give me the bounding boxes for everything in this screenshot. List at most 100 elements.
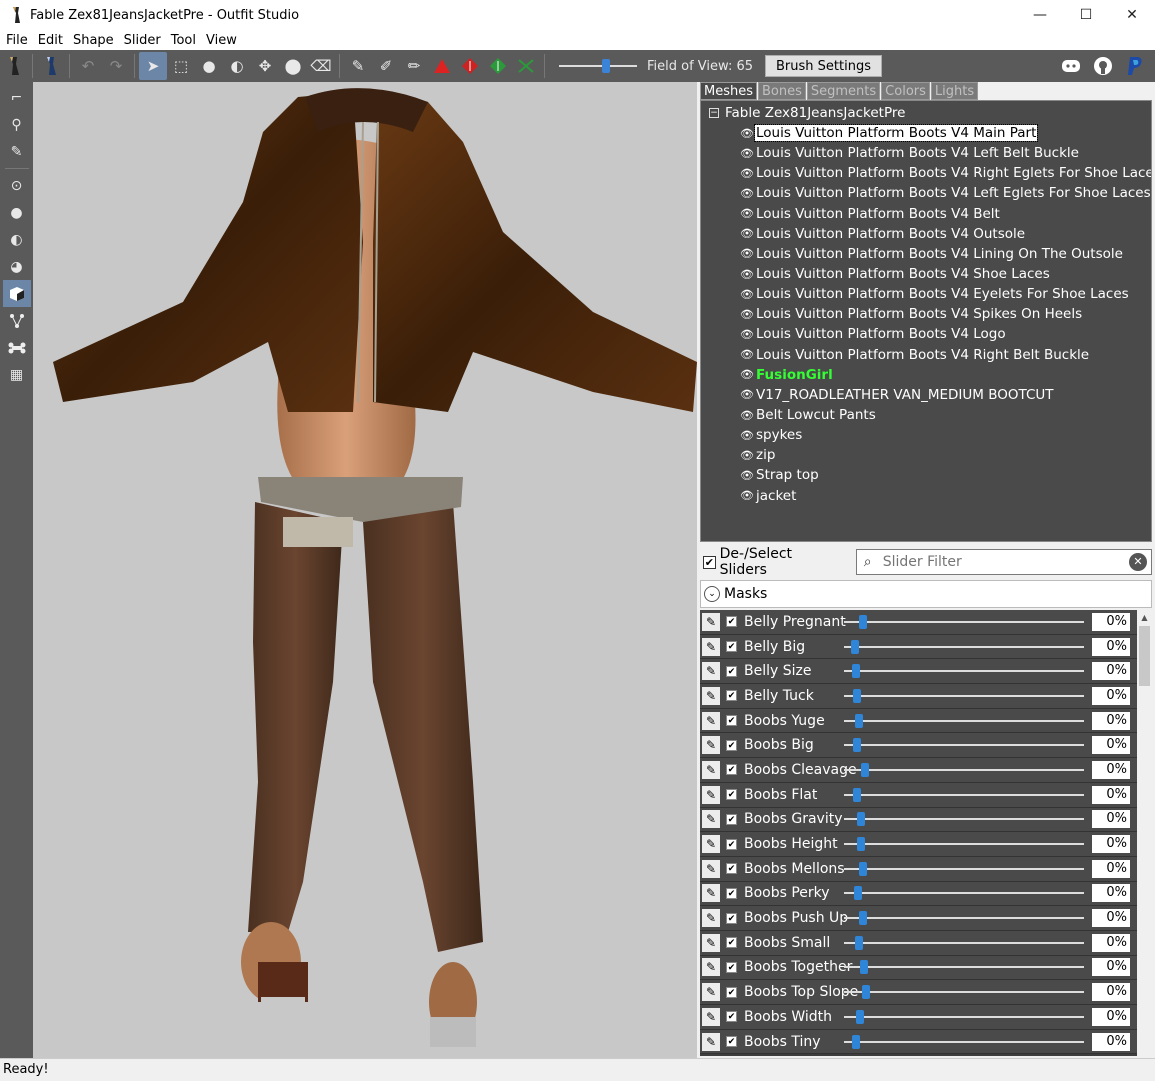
collapse-toggle-icon[interactable]: − <box>709 108 719 118</box>
transform-icon[interactable]: ⬚ <box>167 52 195 80</box>
slider-scrollbar[interactable]: ▲ <box>1137 610 1152 1056</box>
edit-slider-icon[interactable]: ✎ <box>702 662 720 681</box>
mesh-item[interactable]: 👁 jacket <box>739 486 1151 506</box>
slider-value[interactable]: 0% <box>1092 711 1130 730</box>
slider-checkbox[interactable]: ✔ <box>726 912 737 924</box>
mesh-item[interactable]: 👁 Louis Vuitton Platform Boots V4 Lining … <box>739 244 1151 264</box>
redo-icon[interactable]: ↷ <box>102 52 130 80</box>
visibility-eye-icon[interactable]: 👁 <box>739 368 755 381</box>
slider-checkbox[interactable]: ✔ <box>726 1036 737 1048</box>
inflate-brush-icon[interactable]: ● <box>195 52 223 80</box>
maximize-button[interactable]: ☐ <box>1063 0 1109 30</box>
deflate-brush-icon[interactable]: ◐ <box>223 52 251 80</box>
edit-slider-icon[interactable]: ✎ <box>702 1032 720 1051</box>
edit-slider-icon[interactable]: ✎ <box>702 637 720 656</box>
slider-knob[interactable] <box>852 664 860 679</box>
visibility-eye-icon[interactable]: 👁 <box>739 308 755 321</box>
slider-track[interactable] <box>844 861 1084 876</box>
mesh-tree[interactable]: − Fable Zex81JeansJacketPre 👁 Louis Vuitt… <box>700 100 1152 542</box>
slider-knob[interactable] <box>851 639 859 654</box>
mesh-item[interactable]: 👁 Louis Vuitton Platform Boots V4 Left Eg… <box>739 183 1151 203</box>
visibility-eye-icon[interactable]: 👁 <box>739 268 755 281</box>
tab-lights[interactable]: Lights <box>930 82 979 100</box>
move-brush-icon[interactable]: ✥ <box>251 52 279 80</box>
edit-slider-icon[interactable]: ✎ <box>702 909 720 928</box>
slider-track[interactable] <box>844 738 1084 753</box>
visibility-eye-icon[interactable]: 👁 <box>739 288 755 301</box>
slider-checkbox[interactable]: ✔ <box>726 789 737 801</box>
slider-value[interactable]: 0% <box>1092 736 1130 755</box>
slider-checkbox[interactable]: ✔ <box>726 961 737 973</box>
cube-view-icon[interactable] <box>2 280 31 307</box>
visibility-eye-icon[interactable]: 👁 <box>739 449 755 462</box>
slider-track[interactable] <box>844 837 1084 852</box>
slider-knob[interactable] <box>859 614 867 629</box>
slider-checkbox[interactable]: ✔ <box>726 690 737 702</box>
visibility-eye-icon[interactable]: 👁 <box>739 429 755 442</box>
slider-value[interactable]: 0% <box>1092 909 1130 928</box>
mesh-item[interactable]: 👁 Belt Lowcut Pants <box>739 405 1151 425</box>
slider-checkbox[interactable]: ✔ <box>726 937 737 949</box>
edit-slider-icon[interactable]: ✎ <box>702 686 720 705</box>
slider-value[interactable]: 0% <box>1092 983 1130 1002</box>
smooth-brush-icon[interactable]: ⬤ <box>279 52 307 80</box>
masks-dropdown[interactable]: ⌄ Masks <box>700 580 1152 608</box>
wireframe-icon[interactable] <box>3 307 31 334</box>
slider-value[interactable]: 0% <box>1092 1032 1130 1051</box>
mesh-item[interactable]: 👁 FusionGirl <box>739 365 1151 385</box>
slider-checkbox[interactable]: ✔ <box>726 863 737 875</box>
slider-checkbox[interactable]: ✔ <box>726 641 737 653</box>
edit-slider-icon[interactable]: ✎ <box>702 760 720 779</box>
slider-track[interactable] <box>844 762 1084 777</box>
slider-checkbox[interactable]: ✔ <box>726 715 737 727</box>
mesh-item[interactable]: 👁 Louis Vuitton Platform Boots V4 Right E… <box>739 163 1151 183</box>
visibility-eye-icon[interactable]: 👁 <box>739 247 755 260</box>
visibility-eye-icon[interactable]: 👁 <box>739 207 755 220</box>
menu-file[interactable]: File <box>0 33 32 48</box>
slider-value[interactable]: 0% <box>1092 859 1130 878</box>
tree-root[interactable]: − Fable Zex81JeansJacketPre <box>709 103 905 123</box>
slider-knob[interactable] <box>855 935 863 950</box>
slider-value[interactable]: 0% <box>1092 835 1130 854</box>
visibility-eye-icon[interactable]: 👁 <box>739 328 755 341</box>
slider-knob[interactable] <box>853 688 861 703</box>
slider-value[interactable]: 0% <box>1092 662 1130 681</box>
edit-slider-icon[interactable]: ✎ <box>702 983 720 1002</box>
deselect-sliders-checkbox[interactable]: ✔ <box>703 555 716 569</box>
collapse-vertex-icon[interactable] <box>456 52 484 80</box>
menu-view[interactable]: View <box>200 33 241 48</box>
slider-track[interactable] <box>844 688 1084 703</box>
select-brush-icon[interactable]: ➤ <box>139 52 167 80</box>
slider-track[interactable] <box>844 614 1084 629</box>
chevron-down-icon[interactable]: ⌄ <box>704 586 720 602</box>
edit-slider-icon[interactable]: ✎ <box>702 785 720 804</box>
visibility-eye-icon[interactable]: 👁 <box>739 409 755 422</box>
visibility-eye-icon[interactable]: 👁 <box>739 127 755 140</box>
close-button[interactable]: ✕ <box>1109 0 1155 30</box>
edit-slider-icon[interactable]: ✎ <box>702 1007 720 1026</box>
reference-template-icon[interactable] <box>0 52 28 80</box>
slider-track[interactable] <box>844 713 1084 728</box>
mesh-item[interactable]: 👁 Louis Vuitton Platform Boots V4 Spikes … <box>739 304 1151 324</box>
slider-track[interactable] <box>844 911 1084 926</box>
slider-knob[interactable] <box>862 985 870 1000</box>
slider-value[interactable]: 0% <box>1092 884 1130 903</box>
scrollbar-thumb[interactable] <box>1139 626 1150 686</box>
mesh-item[interactable]: 👁 Louis Vuitton Platform Boots V4 Logo <box>739 324 1151 344</box>
slider-checkbox[interactable]: ✔ <box>726 739 737 751</box>
3d-viewport[interactable] <box>33 82 697 1058</box>
mesh-item[interactable]: 👁 Strap top <box>739 465 1151 485</box>
brush-settings-button[interactable]: Brush Settings <box>765 55 882 77</box>
slider-checkbox[interactable]: ✔ <box>726 665 737 677</box>
slider-value[interactable]: 0% <box>1092 637 1130 656</box>
minimize-button[interactable]: — <box>1017 0 1063 30</box>
mesh-item[interactable]: 👁 Louis Vuitton Platform Boots V4 Shoe La… <box>739 264 1151 284</box>
slider-knob[interactable] <box>852 1034 860 1049</box>
slider-checkbox[interactable]: ✔ <box>726 616 737 628</box>
slider-knob[interactable] <box>854 886 862 901</box>
mesh-item[interactable]: 👁 spykes <box>739 425 1151 445</box>
undiff-brush-icon[interactable]: ⌫ <box>307 52 335 80</box>
grid-icon[interactable]: ▦ <box>3 361 31 388</box>
visibility-eye-icon[interactable]: 👁 <box>739 187 755 200</box>
slider-track[interactable] <box>844 812 1084 827</box>
